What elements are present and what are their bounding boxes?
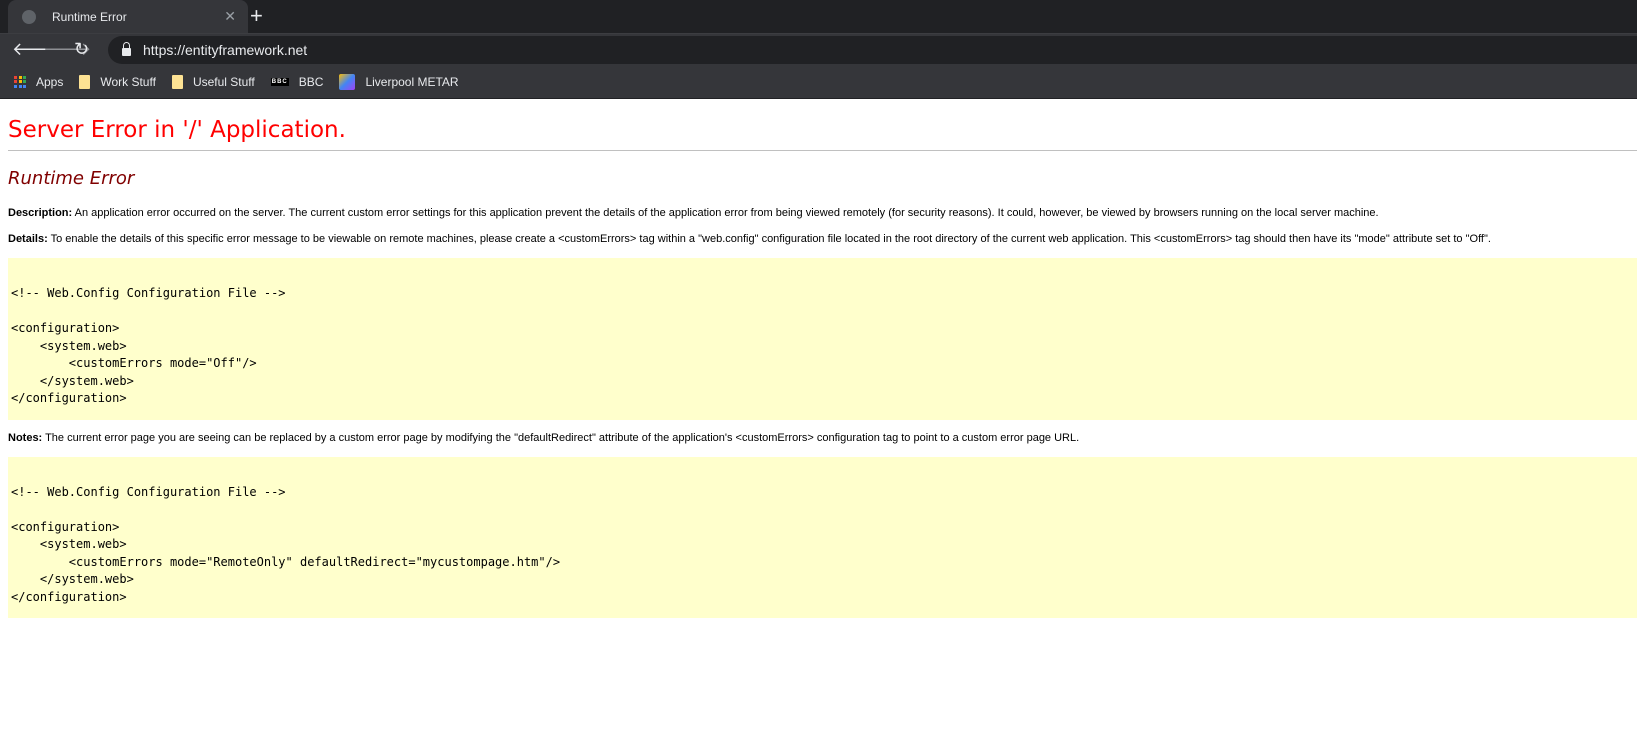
globe-icon [22, 9, 36, 24]
description-label: Description: [8, 207, 73, 219]
tab-bar: Runtime Error ✕ + [0, 0, 1637, 33]
bbc-icon: BBC [270, 77, 289, 86]
notes-label: Notes: [8, 431, 43, 444]
bookmark-label: Apps [36, 74, 64, 89]
back-button[interactable]: 🡐 [12, 39, 60, 60]
tab-title: Runtime Error [52, 9, 127, 24]
apps-grid-icon [14, 75, 26, 88]
notes: Notes: The current error page you are se… [8, 432, 1629, 445]
notes-text: The current error page you are seeing ca… [42, 431, 1080, 444]
reload-button[interactable]: ↻ [74, 39, 105, 60]
code-text: <!-- Web.Config Configuration File --> <… [11, 484, 561, 604]
bookmark-label: BBC [298, 74, 324, 89]
details-text: To enable the details of this specific e… [47, 233, 1491, 245]
bookmark-label: Liverpool METAR [365, 74, 459, 89]
new-tab-button[interactable]: + [250, 4, 263, 28]
page-title: Server Error in '/' Application. [8, 117, 346, 143]
code-block-2: <!-- Web.Config Configuration File --> <… [8, 456, 1637, 618]
forward-button[interactable]: 🡒 [43, 39, 91, 60]
code-block-1: <!-- Web.Config Configuration File --> <… [8, 258, 1637, 420]
folder-icon [79, 74, 91, 89]
code-text: <!-- Web.Config Configuration File --> <… [11, 286, 286, 405]
bookmark-label: Useful Stuff [192, 74, 255, 89]
page-content: Server Error in '/' Application. Runtime… [0, 117, 1637, 618]
bookmark-label: Work Stuff [100, 74, 156, 89]
url-text: https://entityframework.net [143, 42, 308, 58]
close-tab-icon[interactable]: ✕ [224, 8, 236, 25]
bookmarks-bar: Apps Work Stuff Useful Stuff BBC BBC Liv… [0, 65, 1637, 99]
bookmark-bbc[interactable]: BBC BBC [270, 74, 324, 89]
bookmark-work-stuff[interactable]: Work Stuff [79, 74, 156, 89]
bookmark-apps[interactable]: Apps [14, 75, 63, 89]
bookmark-useful-stuff[interactable]: Useful Stuff [171, 74, 255, 89]
details-label: Details: [8, 233, 48, 245]
description-text: An application error occurred on the ser… [72, 207, 1379, 219]
address-bar[interactable]: https://entityframework.net [108, 36, 1637, 64]
metar-icon [339, 73, 356, 90]
error-subtitle: Runtime Error [8, 168, 135, 189]
details: Details: To enable the details of this s… [8, 233, 1629, 246]
lock-icon[interactable] [122, 42, 131, 56]
tab-runtime-error[interactable]: Runtime Error ✕ [8, 0, 248, 33]
divider [8, 150, 1637, 151]
description: Description: An application error occurr… [8, 207, 1629, 220]
folder-icon [171, 74, 183, 89]
bookmark-liverpool-metar[interactable]: Liverpool METAR [339, 73, 459, 90]
